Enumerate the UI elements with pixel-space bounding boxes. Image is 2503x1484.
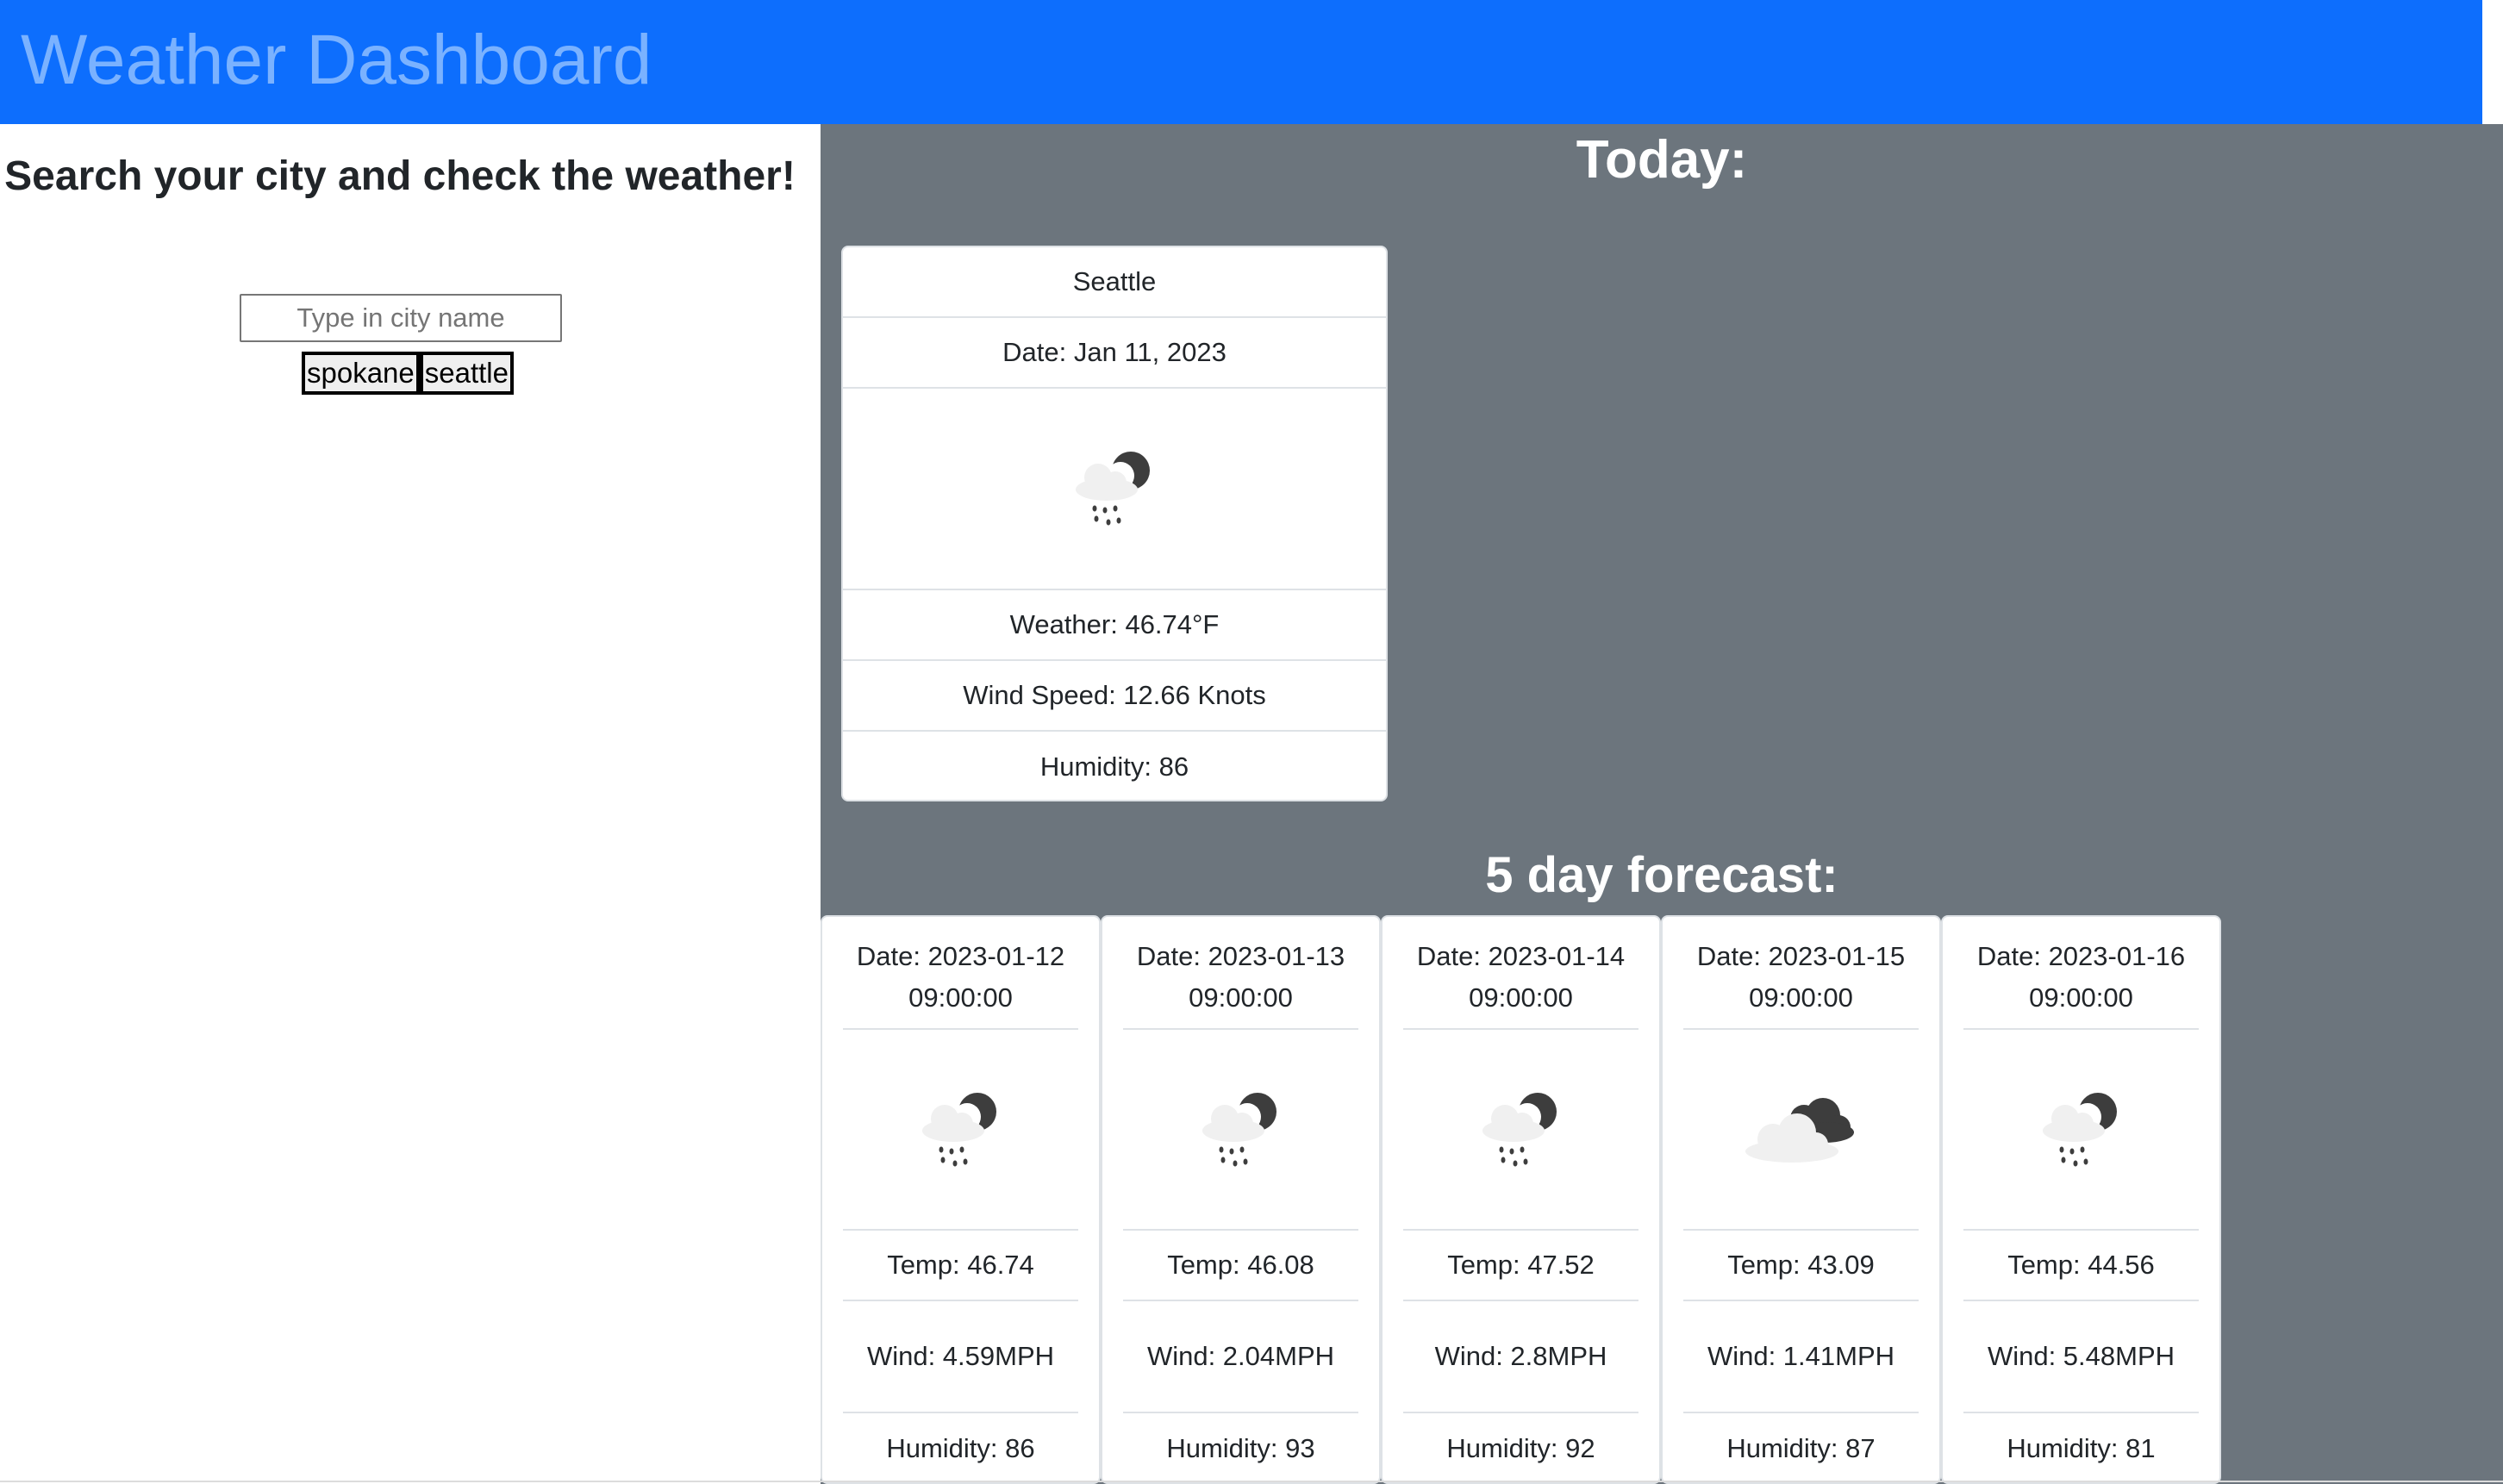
forecast-wind: Wind: 2.8 MPH: [1403, 1301, 1638, 1413]
broken-clouds-icon: [1745, 1097, 1854, 1163]
forecast-wind-value: Wind: 4.59: [866, 1341, 996, 1371]
forecast-temp: Temp: 43.09: [1683, 1231, 1919, 1301]
forecast-wind-unit: MPH: [1275, 1341, 1335, 1371]
rain-night-icon: [921, 1092, 996, 1166]
forecast-wind-value: Wind: 5.48: [1987, 1341, 2116, 1371]
today-heading: Today:: [1576, 130, 1748, 190]
forecast-humidity: Humidity: 93: [1166, 1433, 1315, 1463]
forecast-date: Date: 2023-01-16 09:00:00: [1963, 917, 2199, 1030]
forecast-heading: 5 day forecast:: [1485, 847, 1838, 903]
forecast-humidity: Humidity: 87: [1726, 1433, 1876, 1463]
forecast-card: Date: 2023-01-12 09:00:00 Temp: 46.74 Wi…: [821, 915, 1101, 1484]
forecast-date: Date: 2023-01-12 09:00:00: [843, 917, 1078, 1030]
forecast-wind: Wind: 5.48 MPH: [1963, 1301, 2199, 1413]
today-humidity: Humidity: 86: [1039, 751, 1189, 782]
today-date: Date: Jan 11, 2023: [843, 318, 1386, 389]
forecast-humidity: Humidity: 92: [1446, 1433, 1595, 1463]
app-title: Weather Dashboard: [21, 21, 652, 99]
forecast-icon-cell: [1683, 1030, 1919, 1231]
forecast-wind: Wind: 4.59 MPH: [843, 1301, 1078, 1413]
today-city: Seattle: [843, 247, 1386, 318]
forecast-card: Date: 2023-01-15 09:00:00 Temp: 43.09 Wi…: [1661, 915, 1941, 1484]
forecast-date: Date: 2023-01-14 09:00:00: [1403, 917, 1638, 1030]
forecast-humidity: Humidity: 86: [886, 1433, 1035, 1463]
forecast-icon-cell: [843, 1030, 1078, 1231]
forecast-temp: Temp: 44.56: [1963, 1231, 2199, 1301]
forecast-wind: Wind: 2.04 MPH: [1123, 1301, 1358, 1413]
forecast-temp: Temp: 47.52: [1403, 1231, 1638, 1301]
forecast-wind-unit: MPH: [1547, 1341, 1607, 1371]
forecast-wind-value: Wind: 1.41: [1707, 1341, 1836, 1371]
rain-night-icon: [1076, 452, 1150, 526]
forecast-list: Date: 2023-01-12 09:00:00 Temp: 46.74 Wi…: [821, 915, 2221, 1484]
forecast-icon-cell: [1963, 1030, 2199, 1231]
forecast-wind-unit: MPH: [2115, 1341, 2175, 1371]
rain-night-icon: [2042, 1092, 2117, 1166]
forecast-wind-unit: MPH: [1835, 1341, 1895, 1371]
search-panel: Search your city and check the weather! …: [0, 124, 821, 1484]
forecast-icon-cell: [1403, 1030, 1638, 1231]
forecast-card: Date: 2023-01-16 09:00:00 Temp: 44.56 Wi…: [1941, 915, 2221, 1484]
today-card: Seattle Date: Jan 11, 2023 Weather: 46.7…: [841, 246, 1388, 801]
today-wind: Wind Speed: 12.66 Knots: [843, 661, 1386, 732]
forecast-wind-value: Wind: 2.04: [1146, 1341, 1276, 1371]
page-divider: [0, 1481, 2503, 1482]
forecast-card: Date: 2023-01-14 09:00:00 Temp: 47.52 Wi…: [1381, 915, 1661, 1484]
forecast-card: Date: 2023-01-13 09:00:00 Temp: 46.08 Wi…: [1101, 915, 1381, 1484]
forecast-wind-value: Wind: 2.8: [1434, 1341, 1548, 1371]
today-weather: Weather: 46.74°F: [843, 590, 1386, 661]
history-button-spokane[interactable]: spokane: [302, 352, 420, 395]
history-button-seattle[interactable]: seattle: [419, 352, 514, 395]
forecast-date: Date: 2023-01-13 09:00:00: [1123, 917, 1358, 1030]
forecast-humidity: Humidity: 81: [2007, 1433, 2156, 1463]
forecast-wind: Wind: 1.41 MPH: [1683, 1301, 1919, 1413]
rain-night-icon: [1482, 1092, 1557, 1166]
rain-night-icon: [1202, 1092, 1276, 1166]
forecast-wind-unit: MPH: [995, 1341, 1055, 1371]
forecast-date: Date: 2023-01-15 09:00:00: [1683, 917, 1919, 1030]
header-bar: Weather Dashboard: [0, 0, 2482, 124]
city-search-input[interactable]: [240, 294, 562, 342]
search-heading: Search your city and check the weather!: [4, 153, 796, 199]
search-history: spokane seattle: [302, 352, 514, 395]
today-icon-cell: [843, 389, 1386, 590]
forecast-temp: Temp: 46.74: [843, 1231, 1078, 1301]
forecast-temp: Temp: 46.08: [1123, 1231, 1358, 1301]
forecast-icon-cell: [1123, 1030, 1358, 1231]
